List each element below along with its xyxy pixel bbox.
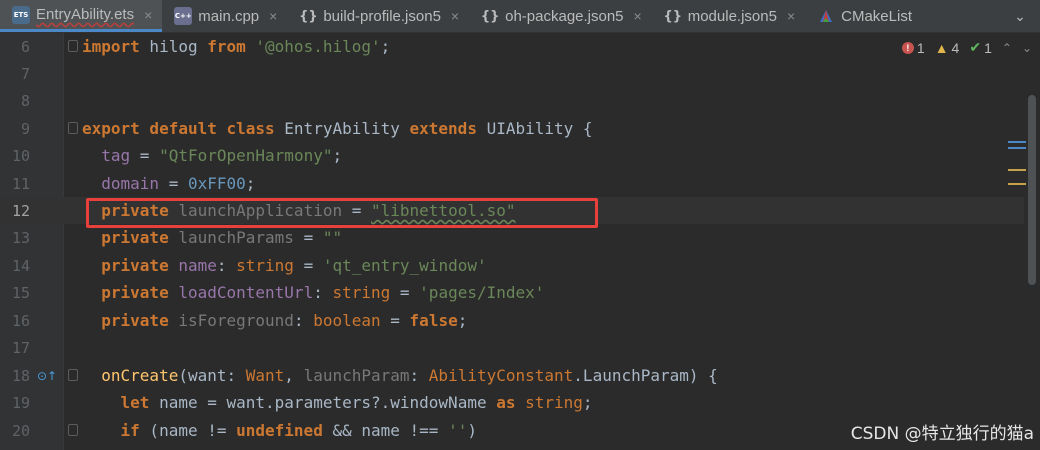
line-number: 16	[11, 311, 30, 330]
line-number: 18	[11, 366, 30, 385]
line-number: 20	[11, 421, 30, 440]
code-text: private loadContentUrl: string = 'pages/…	[82, 283, 545, 302]
code-line[interactable]: 13 private launchParams = ""	[0, 224, 1024, 251]
implements-method-icon[interactable]: ⊙↑	[37, 369, 57, 383]
code-line[interactable]: 6 import hilog from '@ohos.hilog';	[0, 33, 1024, 60]
tab-main-cpp[interactable]: C++ main.cpp ×	[162, 0, 287, 32]
watermark: CSDN @特立独行的猫a	[850, 424, 1034, 444]
line-number: 15	[11, 283, 30, 302]
json-file-icon: {}	[663, 8, 682, 24]
line-number: 13	[11, 228, 30, 247]
vertical-scrollbar[interactable]	[1028, 95, 1036, 285]
code-text: import hilog from '@ohos.hilog';	[82, 37, 391, 56]
tab-build-profile-json5[interactable]: {} build-profile.json5 ×	[287, 0, 469, 32]
tab-label: CMakeList	[841, 7, 912, 25]
code-text: export default class EntryAbility extend…	[82, 119, 593, 138]
fold-icon[interactable]	[68, 369, 78, 381]
line-number: 6	[20, 37, 30, 56]
change-marker[interactable]	[1008, 141, 1026, 143]
json-file-icon: {}	[480, 8, 500, 24]
code-line[interactable]: 18 ⊙↑ onCreate(want: Want, launchParam: …	[0, 362, 1024, 389]
code-text: domain = 0xFF00;	[82, 174, 256, 193]
code-editor[interactable]: ! 1 ▲ 4 ✔ 1 ⌃ ⌄ 6 import hilog from '@oh…	[0, 33, 1040, 450]
change-marker[interactable]	[1008, 147, 1026, 149]
code-line[interactable]: 9 export default class EntryAbility exte…	[0, 115, 1024, 142]
code-text: private launchApplication = "libnettool.…	[82, 201, 516, 220]
warning-marker[interactable]	[1008, 169, 1026, 171]
line-number: 11	[11, 174, 30, 193]
tab-cmakelists[interactable]: CMakeList	[805, 0, 922, 32]
close-icon[interactable]: ×	[634, 8, 642, 24]
code-text: private isForeground: boolean = false;	[82, 311, 468, 330]
line-number: 7	[20, 64, 30, 83]
json-file-icon: {}	[299, 8, 318, 24]
line-number: 12	[11, 201, 30, 220]
close-icon[interactable]: ×	[269, 8, 277, 24]
code-text: tag = "QtForOpenHarmony";	[82, 146, 343, 165]
code-line[interactable]: 10 tag = "QtForOpenHarmony";	[0, 142, 1024, 169]
code-line[interactable]: 11 domain = 0xFF00;	[0, 170, 1024, 197]
ets-file-icon: ETS	[12, 5, 30, 24]
fold-icon[interactable]	[68, 424, 78, 436]
line-number: 19	[11, 393, 30, 412]
tab-label: EntryAbility.ets	[36, 6, 135, 23]
close-icon[interactable]: ×	[144, 7, 152, 23]
code-text: private name: string = 'qt_entry_window'	[82, 256, 487, 275]
code-line[interactable]: 7	[0, 60, 1024, 87]
tab-label: build-profile.json5	[323, 7, 441, 25]
tab-label: main.cpp	[198, 7, 260, 25]
line-number: 9	[20, 119, 30, 138]
line-number: 10	[11, 146, 30, 165]
code-text: onCreate(want: Want, launchParam: Abilit…	[82, 366, 718, 385]
tab-entryability-ets[interactable]: ETS EntryAbility.ets ×	[0, 0, 163, 32]
warning-marker[interactable]	[1008, 183, 1026, 185]
tab-module-json5[interactable]: {} module.json5 ×	[652, 0, 805, 32]
code-text: if (name != undefined && name !== '')	[82, 421, 477, 440]
code-line[interactable]: 16 private isForeground: boolean = false…	[0, 307, 1024, 334]
code-line[interactable]: 17	[0, 334, 1024, 361]
editor-tab-bar: ETS EntryAbility.ets × C++ main.cpp × {}…	[0, 0, 1040, 33]
line-number: 14	[11, 256, 30, 275]
code-line-current[interactable]: 12 private launchApplication = "libnetto…	[0, 197, 1024, 224]
cmake-file-icon	[817, 7, 835, 25]
code-line[interactable]: 14 private name: string = 'qt_entry_wind…	[0, 252, 1024, 279]
tab-label: module.json5	[687, 7, 777, 25]
code-text: let name = want.parameters?.windowName a…	[82, 393, 593, 412]
code-line[interactable]: 8	[0, 87, 1024, 114]
code-line[interactable]: 15 private loadContentUrl: string = 'pag…	[0, 279, 1024, 306]
tab-label: oh-package.json5	[505, 7, 624, 25]
close-icon[interactable]: ×	[451, 8, 459, 24]
fold-icon[interactable]	[68, 40, 78, 52]
line-number: 17	[11, 338, 30, 357]
code-text: private launchParams = ""	[82, 228, 343, 247]
tab-oh-package-json5[interactable]: {} oh-package.json5 ×	[469, 0, 652, 32]
line-number: 8	[20, 91, 30, 110]
cpp-file-icon: C++	[174, 7, 193, 25]
close-icon[interactable]: ×	[787, 8, 795, 24]
chevron-down-icon[interactable]: ⌄	[1000, 0, 1040, 32]
fold-icon[interactable]	[68, 122, 78, 134]
code-line[interactable]: 19 let name = want.parameters?.windowNam…	[0, 389, 1024, 416]
